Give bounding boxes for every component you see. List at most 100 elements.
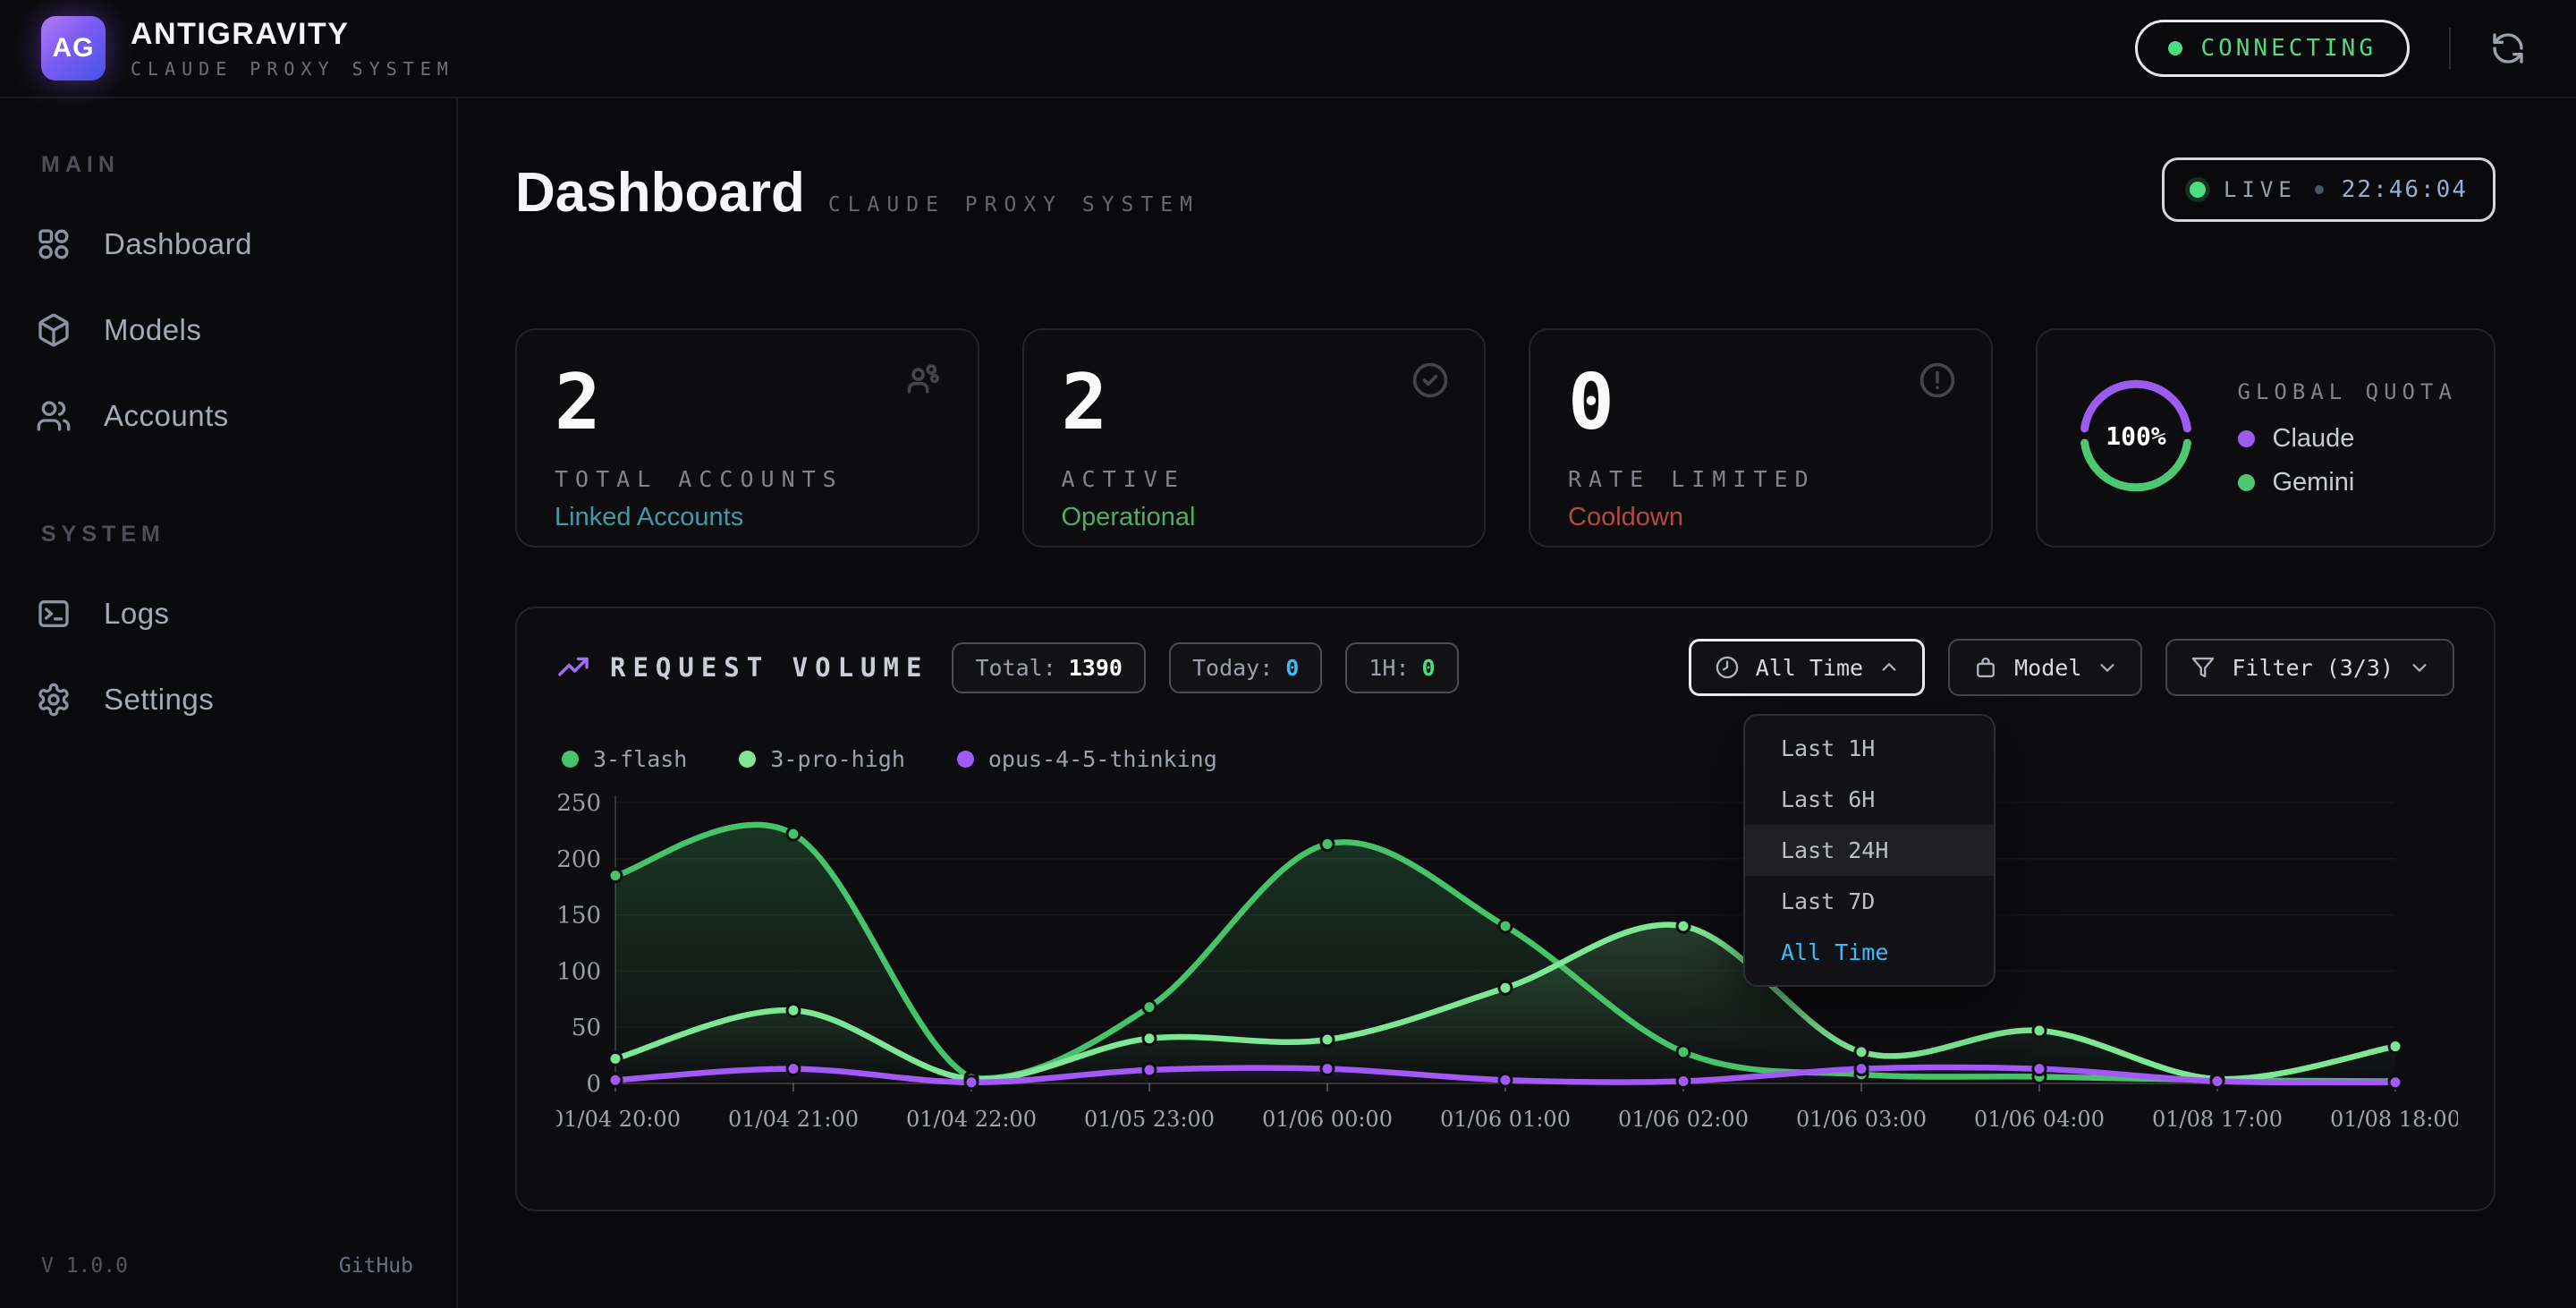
pill-label: 1H: [1368, 655, 1409, 681]
brand-subtitle: CLAUDE PROXY SYSTEM [131, 58, 454, 80]
sidebar-item-label: Models [104, 313, 201, 347]
request-volume-card: REQUEST VOLUME Total: 1390 Today: 0 1H: … [515, 607, 2496, 1211]
users-icon [904, 361, 944, 404]
stat-card-rate-limited: 0 RATE LIMITED Cooldown [1529, 328, 1993, 548]
menu-item-last-6h[interactable]: Last 6H [1745, 774, 1994, 825]
sidebar-item-label: Settings [104, 683, 214, 717]
stat-subtext: Cooldown [1568, 503, 1953, 532]
svg-text:01/04 22:00: 01/04 22:00 [906, 1107, 1037, 1132]
gear-icon [36, 682, 72, 718]
layout-grid-icon [36, 226, 72, 262]
app-version: V 1.0.0 [41, 1254, 128, 1278]
sidebar-item-accounts[interactable]: Accounts [36, 373, 456, 459]
series-dot [957, 751, 974, 768]
brand: AG ANTIGRAVITY CLAUDE PROXY SYSTEM [41, 16, 454, 81]
stat-label: ACTIVE [1062, 466, 1447, 492]
time-range-dropdown-button[interactable]: All Time [1689, 639, 1925, 696]
svg-text:01/06 02:00: 01/06 02:00 [1618, 1107, 1749, 1132]
quota-percent: 100% [2106, 421, 2166, 451]
pill-value: 0 [1285, 655, 1299, 681]
github-link[interactable]: GitHub [339, 1254, 413, 1278]
menu-item-last-7d[interactable]: Last 7D [1745, 876, 1994, 927]
brand-title: ANTIGRAVITY [131, 17, 454, 52]
filter-label: Filter (3/3) [2232, 655, 2394, 681]
stat-value: 2 [555, 362, 940, 443]
today-count-pill: Today: 0 [1169, 642, 1322, 693]
live-separator-dot [2315, 185, 2324, 194]
sidebar-item-dashboard[interactable]: Dashboard [36, 201, 456, 287]
page-title: Dashboard [515, 161, 805, 225]
terminal-icon [36, 596, 72, 632]
pill-label: Total: [975, 655, 1055, 681]
chart-controls: All Time Model [1689, 639, 2454, 696]
live-label: LIVE [2224, 177, 2297, 202]
sidebar-item-logs[interactable]: Logs [36, 571, 456, 657]
quota-ring-chart: 100% [2073, 373, 2199, 503]
claude-dot [2238, 430, 2255, 447]
brand-logo-text: AG [53, 33, 95, 64]
quota-legend-gemini: Gemini [2238, 468, 2457, 497]
sidebar-footer: V 1.0.0 GitHub [0, 1254, 456, 1278]
stat-label: TOTAL ACCOUNTS [555, 466, 940, 492]
box-icon [1973, 655, 1998, 680]
chevron-down-icon [2097, 658, 2117, 677]
chart-area: 05010015020025001/04 20:0001/04 21:0001/… [556, 788, 2454, 1155]
svg-text:01/04 20:00: 01/04 20:00 [556, 1107, 681, 1132]
sidebar-item-models[interactable]: Models [36, 287, 456, 373]
menu-item-all-time[interactable]: All Time [1745, 927, 1994, 978]
header-right: CONNECTING [2135, 20, 2526, 77]
quota-title: GLOBAL QUOTA [2238, 379, 2457, 404]
sidebar: MAIN Dashboard Models Accounts SYSTEM [0, 98, 458, 1308]
page-header: Dashboard CLAUDE PROXY SYSTEM LIVE 22:46… [515, 161, 2496, 225]
trending-up-icon [556, 650, 590, 684]
series-dot [562, 751, 579, 768]
stat-value: 2 [1062, 362, 1447, 443]
volume-chart-svg: 05010015020025001/04 20:0001/04 21:0001/… [556, 788, 2458, 1151]
app-root: AG ANTIGRAVITY CLAUDE PROXY SYSTEM CONNE… [0, 0, 2576, 1308]
sidebar-item-label: Logs [104, 597, 170, 631]
live-status-badge: LIVE 22:46:04 [2162, 157, 2496, 222]
menu-item-last-24h[interactable]: Last 24H [1745, 825, 1994, 876]
chart-legend: 3-flash 3-pro-high opus-4-5-thinking [562, 746, 2454, 772]
sidebar-item-label: Dashboard [104, 227, 252, 261]
cube-icon [36, 312, 72, 348]
pill-label: Today: [1192, 655, 1273, 681]
global-quota-card: 100% GLOBAL QUOTA Claude Gemini [2036, 328, 2496, 548]
legend-item-3-pro-high: 3-pro-high [739, 746, 905, 772]
svg-text:100: 100 [556, 958, 601, 985]
chart-title: REQUEST VOLUME [610, 652, 928, 683]
main-content: Dashboard CLAUDE PROXY SYSTEM LIVE 22:46… [458, 98, 2576, 1308]
check-circle-icon [1411, 361, 1450, 404]
live-clock: 22:46:04 [2342, 176, 2468, 203]
time-range-label: All Time [1756, 655, 1863, 681]
sidebar-item-settings[interactable]: Settings [36, 657, 456, 743]
refresh-button[interactable] [2490, 30, 2526, 66]
chevron-up-icon [1879, 658, 1899, 677]
stat-card-active: 2 ACTIVE Operational [1022, 328, 1487, 548]
time-range-menu: Last 1H Last 6H Last 24H Last 7D All Tim… [1743, 714, 1996, 987]
quota-legend-label: Gemini [2273, 468, 2355, 497]
gemini-dot [2238, 474, 2255, 491]
sidebar-section-main: MAIN [41, 152, 456, 178]
legend-label: 3-flash [593, 746, 687, 772]
svg-text:250: 250 [556, 790, 601, 817]
stat-value: 0 [1568, 362, 1953, 443]
page-subtitle: CLAUDE PROXY SYSTEM [828, 193, 1199, 217]
svg-text:01/06 04:00: 01/06 04:00 [1974, 1107, 2105, 1132]
menu-item-last-1h[interactable]: Last 1H [1745, 723, 1994, 774]
svg-text:01/08 18:00: 01/08 18:00 [2330, 1107, 2458, 1132]
stat-subtext: Linked Accounts [555, 503, 940, 532]
svg-text:01/04 21:00: 01/04 21:00 [728, 1107, 859, 1132]
svg-text:50: 50 [572, 1015, 601, 1041]
quota-legend: GLOBAL QUOTA Claude Gemini [2238, 379, 2457, 497]
connection-status-text: CONNECTING [2200, 35, 2377, 62]
svg-text:01/06 01:00: 01/06 01:00 [1440, 1107, 1571, 1132]
users-icon [36, 398, 72, 434]
svg-text:01/05 23:00: 01/05 23:00 [1084, 1107, 1215, 1132]
model-dropdown-button[interactable]: Model [1948, 639, 2142, 696]
legend-label: 3-pro-high [770, 746, 905, 772]
pill-value: 0 [1422, 655, 1436, 681]
sidebar-section-system: SYSTEM [41, 522, 456, 548]
model-label: Model [2014, 655, 2081, 681]
filter-dropdown-button[interactable]: Filter (3/3) [2165, 639, 2454, 696]
